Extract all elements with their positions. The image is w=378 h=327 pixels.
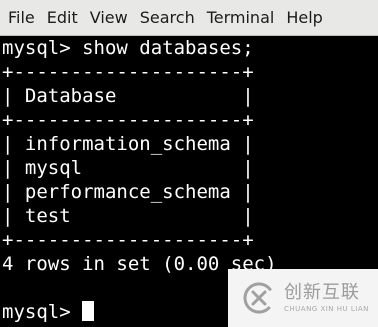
terminal-line-border-top: +--------------------+: [2, 61, 254, 83]
watermark-text: 创新互联 CHUANG XIN HU LIAN: [284, 281, 369, 313]
terminal-line-header: | Database |: [2, 85, 254, 107]
brand-logo-icon: [243, 282, 275, 314]
terminal-line-row: | performance_schema |: [2, 181, 254, 203]
terminal-prompt: mysql>: [2, 301, 83, 323]
menu-edit[interactable]: Edit: [41, 0, 84, 36]
terminal-line-row: | test |: [2, 205, 254, 227]
menu-view[interactable]: View: [84, 0, 134, 36]
terminal-line-row: | mysql |: [2, 157, 254, 179]
terminal-window: File Edit View Search Terminal Help mysq…: [0, 0, 378, 327]
watermark-subtitle: CHUANG XIN HU LIAN: [284, 304, 369, 313]
menu-file[interactable]: File: [0, 0, 41, 36]
text-cursor: [82, 301, 95, 321]
menu-help[interactable]: Help: [280, 0, 328, 36]
menu-bar: File Edit View Search Terminal Help: [0, 0, 378, 36]
watermark-title: 创新互联: [284, 281, 360, 303]
terminal-line-border-mid: +--------------------+: [2, 109, 254, 131]
terminal-line-command: mysql> show databases;: [2, 37, 254, 59]
terminal-line-row: | information_schema |: [2, 133, 254, 155]
watermark: 创新互联 CHUANG XIN HU LIAN: [228, 269, 378, 327]
menu-terminal[interactable]: Terminal: [201, 0, 281, 36]
menu-search[interactable]: Search: [134, 0, 201, 36]
terminal-line-border-bottom: +--------------------+: [2, 229, 254, 251]
